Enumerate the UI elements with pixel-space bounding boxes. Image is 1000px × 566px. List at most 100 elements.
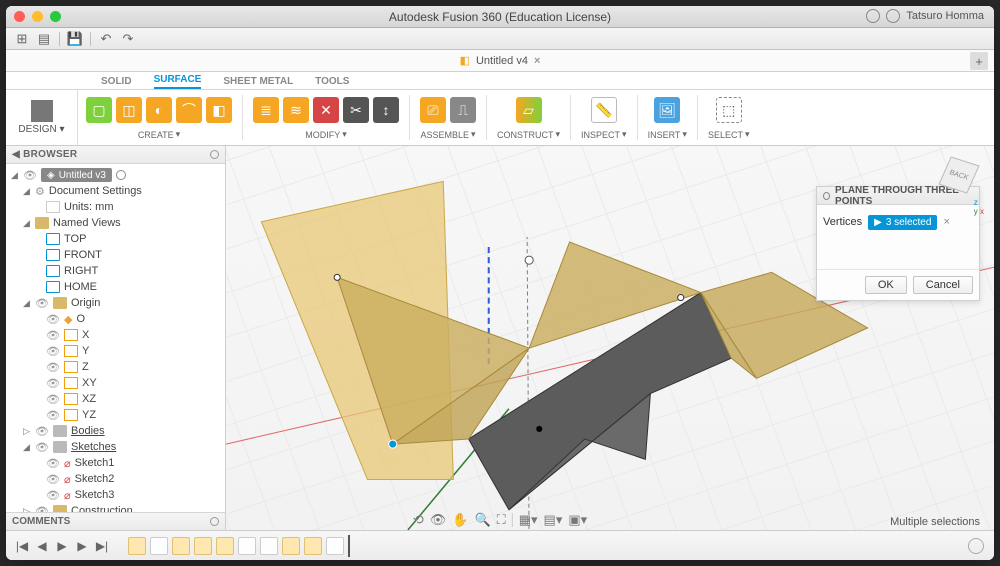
- bodies-node[interactable]: ▷👁Bodies: [6, 423, 225, 439]
- timeline: |◀ ◀ ▶ ▶ ▶|: [6, 530, 994, 560]
- clear-selection-icon[interactable]: ×: [943, 216, 949, 228]
- notifications-icon[interactable]: [866, 9, 880, 23]
- origin-xy[interactable]: 👁XY: [6, 375, 225, 391]
- zoom-window[interactable]: [50, 11, 61, 22]
- status-text: Multiple selections: [890, 516, 980, 528]
- sketch1[interactable]: 👁⌀Sketch1: [6, 455, 225, 471]
- split-icon[interactable]: ✂: [343, 97, 369, 123]
- undo-icon[interactable]: ↶: [96, 30, 116, 48]
- timeline-item[interactable]: [304, 537, 322, 555]
- file-icon[interactable]: ▤: [34, 30, 54, 48]
- move-icon[interactable]: ↕: [373, 97, 399, 123]
- pan-icon[interactable]: ✋: [452, 512, 468, 528]
- timeline-start-icon[interactable]: |◀: [14, 539, 30, 553]
- fit-icon[interactable]: ⛶: [497, 512, 506, 528]
- origin-x[interactable]: 👁X: [6, 327, 225, 343]
- joint-icon[interactable]: ⎚: [420, 97, 446, 123]
- sketch3[interactable]: 👁⌀Sketch3: [6, 487, 225, 503]
- doc-settings-node[interactable]: ◢⚙Document Settings: [6, 183, 225, 199]
- view-front[interactable]: FRONT: [6, 247, 225, 263]
- user-area: Tatsuro Homma: [866, 9, 984, 23]
- job-status-icon[interactable]: [886, 9, 900, 23]
- inspect-label[interactable]: INSPECT ▾: [581, 128, 627, 140]
- modify-label[interactable]: MODIFY ▾: [305, 128, 347, 140]
- ok-button[interactable]: OK: [865, 276, 907, 294]
- viewport-icon[interactable]: ▣▾: [568, 512, 587, 528]
- look-icon[interactable]: 👁: [430, 512, 447, 528]
- as-built-icon[interactable]: ⎍: [450, 97, 476, 123]
- insert-icon[interactable]: 🖼: [654, 97, 680, 123]
- timeline-item[interactable]: [238, 537, 256, 555]
- origin-xz[interactable]: 👁XZ: [6, 391, 225, 407]
- extrude-icon[interactable]: ◫: [116, 97, 142, 123]
- timeline-back-icon[interactable]: ◀: [34, 539, 50, 553]
- workspace-switcher[interactable]: DESIGN ▾: [6, 90, 78, 145]
- select-icon[interactable]: ⬚: [716, 97, 742, 123]
- origin-o[interactable]: 👁◆O: [6, 311, 225, 327]
- root-node[interactable]: ◢👁◈ Untitled v3: [6, 167, 225, 183]
- view-right[interactable]: RIGHT: [6, 263, 225, 279]
- cancel-button[interactable]: Cancel: [913, 276, 973, 294]
- sketch-icon[interactable]: ▢: [86, 97, 112, 123]
- press-pull-icon[interactable]: ≣: [253, 97, 279, 123]
- timeline-item[interactable]: [216, 537, 234, 555]
- tab-tools[interactable]: TOOLS: [315, 76, 349, 89]
- named-views-node[interactable]: ◢Named Views: [6, 215, 225, 231]
- browser-header[interactable]: ◀ BROWSER: [6, 146, 225, 164]
- timeline-item[interactable]: [128, 537, 146, 555]
- tab-sheet-metal[interactable]: SHEET METAL: [223, 76, 293, 89]
- timeline-item[interactable]: [150, 537, 168, 555]
- apps-icon[interactable]: ⊞: [12, 30, 32, 48]
- close-window[interactable]: [14, 11, 25, 22]
- timeline-marker[interactable]: [348, 535, 350, 557]
- sweep-icon[interactable]: ⌒: [176, 97, 202, 123]
- zoom-icon[interactable]: 🔍: [474, 512, 490, 528]
- timeline-fwd-icon[interactable]: ▶: [74, 539, 90, 553]
- timeline-item[interactable]: [326, 537, 344, 555]
- view-home[interactable]: HOME: [6, 279, 225, 295]
- plane-icon[interactable]: ▱: [516, 97, 542, 123]
- select-label[interactable]: SELECT ▾: [708, 128, 750, 140]
- insert-label[interactable]: INSERT ▾: [648, 128, 687, 140]
- loft-icon[interactable]: ◧: [206, 97, 232, 123]
- origin-y[interactable]: 👁Y: [6, 343, 225, 359]
- view-top[interactable]: TOP: [6, 231, 225, 247]
- units-node[interactable]: Units: mm: [6, 199, 225, 215]
- timeline-end-icon[interactable]: ▶|: [94, 539, 110, 553]
- sketches-node[interactable]: ◢👁Sketches: [6, 439, 225, 455]
- browser-settings-icon[interactable]: [210, 150, 219, 159]
- redo-icon[interactable]: ↷: [118, 30, 138, 48]
- construct-label[interactable]: CONSTRUCT ▾: [497, 128, 560, 140]
- tab-surface[interactable]: SURFACE: [154, 74, 202, 89]
- orbit-icon[interactable]: ⟲: [413, 512, 424, 528]
- minimize-window[interactable]: [32, 11, 43, 22]
- revolve-icon[interactable]: ◐: [146, 97, 172, 123]
- view-cube[interactable]: BACK: [936, 152, 982, 198]
- selection-chip[interactable]: ▶ 3 selected: [868, 215, 937, 230]
- origin-yz[interactable]: 👁YZ: [6, 407, 225, 423]
- save-icon[interactable]: 💾: [65, 30, 85, 48]
- timeline-item[interactable]: [282, 537, 300, 555]
- user-name[interactable]: Tatsuro Homma: [906, 10, 984, 22]
- timeline-item[interactable]: [194, 537, 212, 555]
- origin-z[interactable]: 👁Z: [6, 359, 225, 375]
- measure-icon[interactable]: 📏: [591, 97, 617, 123]
- origin-node[interactable]: ◢👁Origin: [6, 295, 225, 311]
- assemble-label[interactable]: ASSEMBLE ▾: [420, 128, 475, 140]
- timeline-settings-icon[interactable]: [968, 538, 984, 554]
- create-label[interactable]: CREATE ▾: [138, 128, 180, 140]
- timeline-item[interactable]: [172, 537, 190, 555]
- grid-icon[interactable]: ▤▾: [544, 512, 563, 528]
- timeline-play-icon[interactable]: ▶: [54, 539, 70, 553]
- timeline-item[interactable]: [260, 537, 278, 555]
- document-tab[interactable]: ◧ Untitled v4 ×: [380, 54, 621, 67]
- fillet-icon[interactable]: ≋: [283, 97, 309, 123]
- vertices-label: Vertices: [823, 216, 862, 228]
- display-icon[interactable]: ▦▾: [519, 512, 538, 528]
- new-tab-button[interactable]: +: [970, 52, 988, 70]
- close-tab-icon[interactable]: ×: [534, 55, 540, 67]
- trim-icon[interactable]: ✕: [313, 97, 339, 123]
- comments-header[interactable]: COMMENTS: [6, 512, 226, 530]
- sketch2[interactable]: 👁⌀Sketch2: [6, 471, 225, 487]
- tab-solid[interactable]: SOLID: [101, 76, 132, 89]
